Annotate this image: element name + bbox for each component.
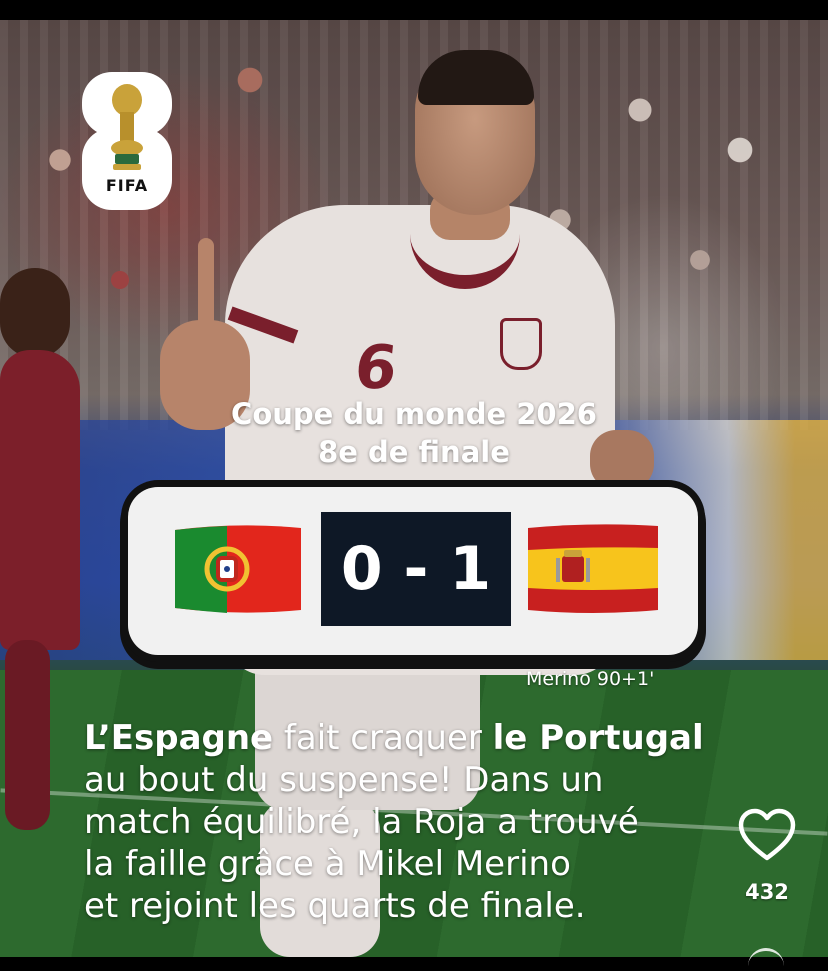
caption-line-1: L’Espagne fait craquer le Portugal [84,717,784,759]
competition-round: 8e de finale [318,435,510,469]
jersey-number: 6 [351,333,401,403]
post-caption: L’Espagne fait craquer le Portugal au bo… [84,717,784,927]
caption-line-4: la faille grâce à Mikel Merino [84,844,571,884]
scoreboard: 0 - 1 [128,487,698,655]
like-count: 432 [745,880,789,904]
portugal-flag-icon [175,525,301,613]
caption-line-2: au bout du suspense! Dans un [84,760,604,800]
like-button[interactable] [738,808,796,862]
jersey-crest [500,318,542,370]
caption-team-portugal: le Portugal [492,718,704,758]
caption-team-spain: L’Espagne [84,718,274,758]
goal-scorer: Merino 90+1' [526,668,655,690]
status-bar [0,0,828,20]
caption-line-5: et rejoint les quarts de finale. [84,886,586,926]
competition-title: Coupe du monde 2026 8e de finale [0,395,828,471]
fifa-wordmark: FIFA [105,176,149,195]
background-player-leg [5,640,50,830]
player-finger [198,238,214,333]
background-player-head [0,268,70,358]
caption-text: fait craquer [273,718,493,758]
caption-line-3: match équilibré, la Roja a trouvé [84,802,639,842]
fifa-world-cup-logo: FIFA [82,72,172,210]
spain-flag-icon [528,524,658,613]
heart-icon[interactable] [738,808,796,862]
competition-name: Coupe du monde 2026 [231,397,597,431]
score-display: 0 - 1 [321,512,511,626]
